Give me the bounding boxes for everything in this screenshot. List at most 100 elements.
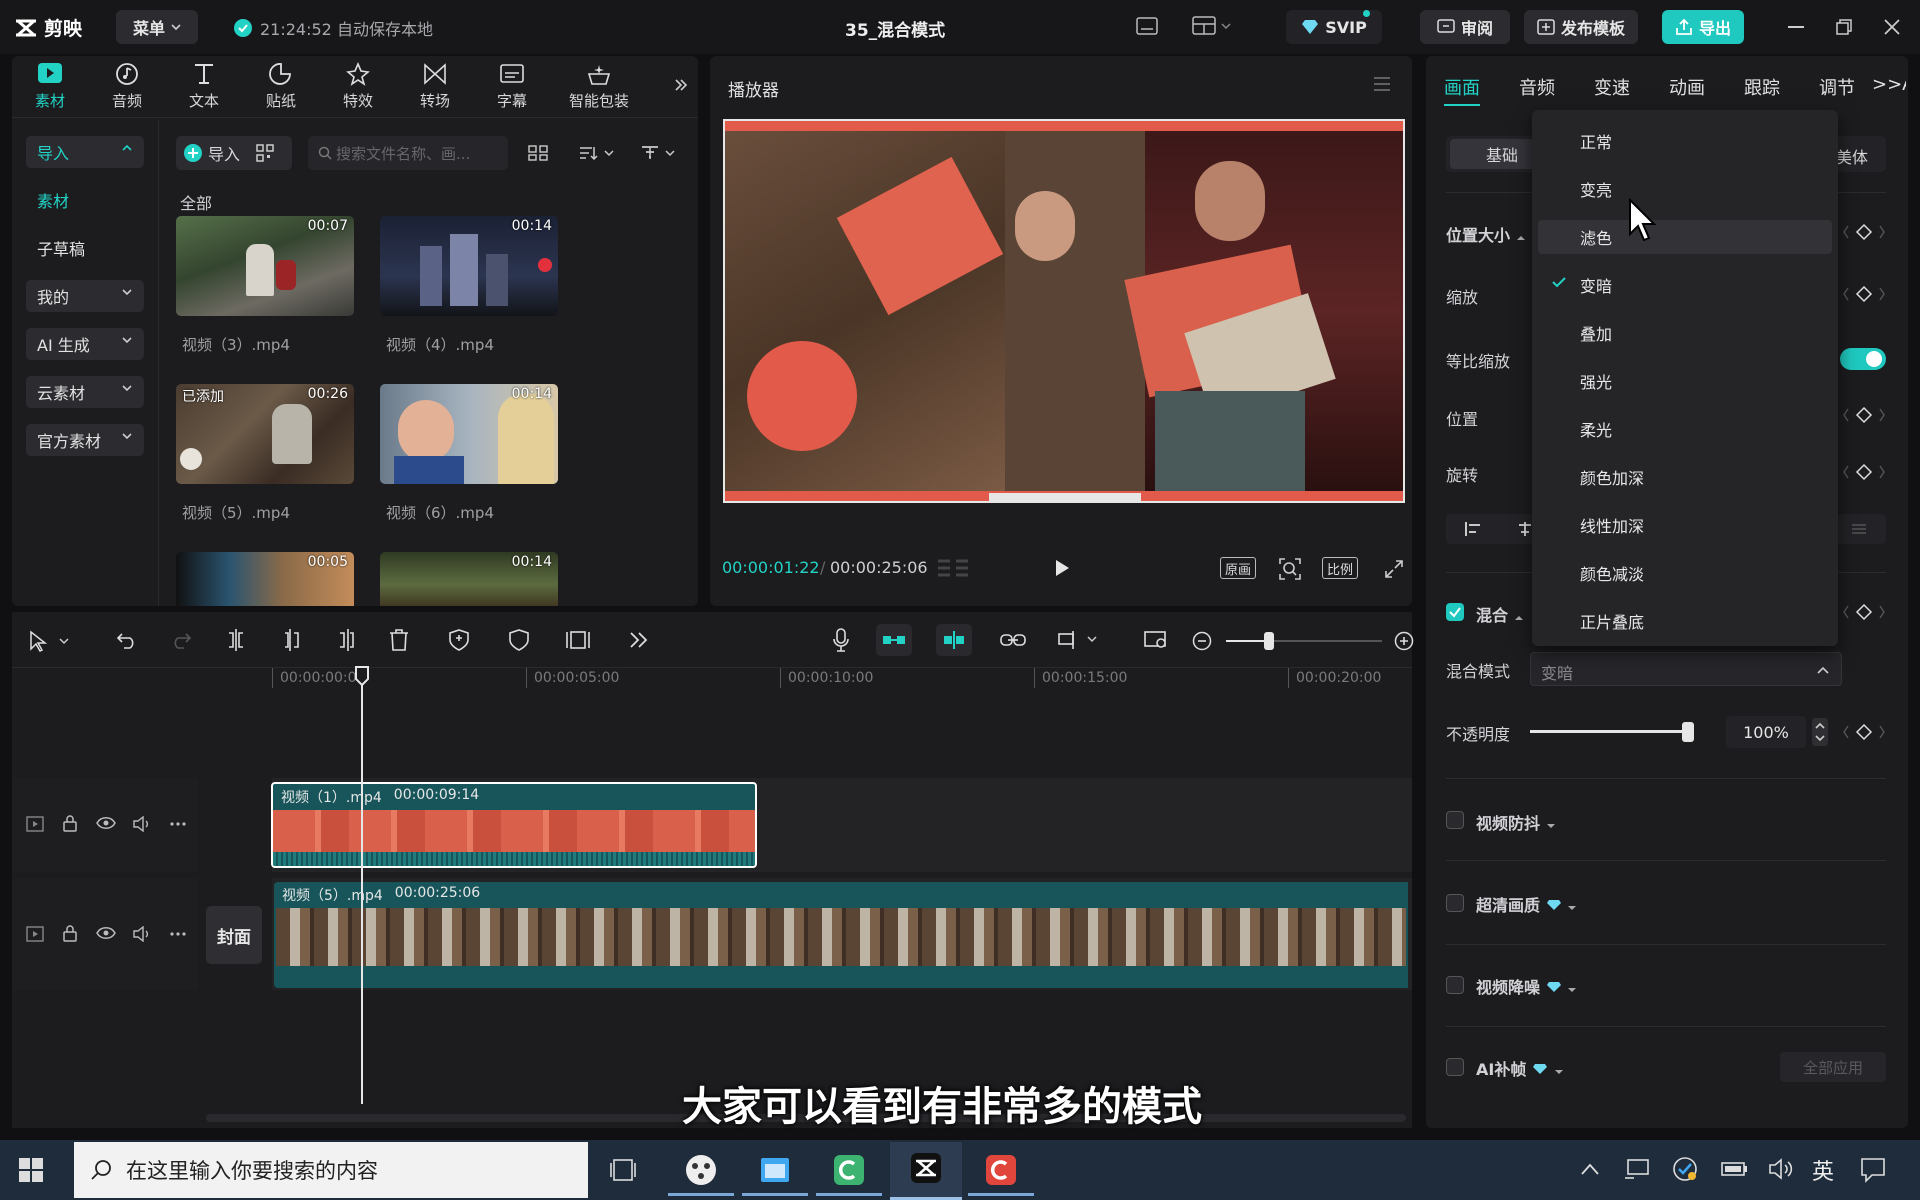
select-tool-icon[interactable] [28,630,72,652]
sidebar-item-import[interactable]: 导入 [26,136,144,168]
more-icon[interactable] [170,932,186,936]
blend-option-soft-light[interactable]: 柔光 [1580,417,1612,441]
tab-audio-props[interactable]: 音频 [1519,74,1555,100]
taskbar-search-box[interactable]: 在这里输入你要搜索的内容 [74,1142,588,1198]
media-thumb-6[interactable]: 00:14 [380,384,558,484]
link-icon[interactable] [1000,632,1026,648]
zoom-out-icon[interactable] [1192,631,1212,651]
filter-icon[interactable] [640,145,678,161]
restore-icon[interactable] [1836,19,1852,35]
microphone-icon[interactable] [832,628,850,652]
stepper-icon[interactable] [1812,718,1828,746]
timeline-clip-pip[interactable]: 视频（1）.mp4 00:00:09:14 [271,782,757,868]
tab-subtitle[interactable]: 字幕 [480,62,544,111]
timeline-ruler[interactable]: 00:00:00:00 00:00:05:00 00:00:10:00 00:0… [272,668,1412,692]
opacity-slider-track[interactable] [1530,722,1694,742]
align-justify-icon[interactable] [1850,521,1868,537]
blend-option-multiply[interactable]: 正片叠底 [1580,609,1644,633]
grid-view-icon[interactable] [528,145,548,161]
media-thumb-7[interactable]: 00:05 [176,552,354,606]
close-icon[interactable] [1884,19,1900,35]
tab-effects[interactable]: 特效 [326,62,390,111]
security-check-icon[interactable] [1672,1156,1698,1182]
double-chevron-right-icon[interactable] [674,78,688,92]
taskbar-app-capcut[interactable] [890,1142,962,1200]
uniform-scale-toggle[interactable] [1840,348,1886,370]
playhead-handle[interactable] [354,666,370,686]
keyframe-control-icon[interactable] [1842,285,1886,303]
blend-option-lighten[interactable]: 变亮 [1580,177,1612,201]
shortcut-keyboard-icon[interactable] [1136,17,1158,35]
auto-snap-toggle[interactable] [936,624,972,656]
crop-frame-icon[interactable] [566,630,590,650]
tab-media[interactable]: 素材 [18,62,82,111]
blend-mode-select[interactable]: 变暗 [1530,652,1842,686]
apply-all-button[interactable]: 全部应用 [1780,1052,1886,1082]
blend-option-screen[interactable]: 滤色 [1580,225,1612,249]
keyframe-control-icon[interactable] [1842,463,1886,481]
layout-icon[interactable] [1192,16,1232,36]
taskbar-app-explorer[interactable] [742,1146,808,1196]
sidebar-item-media[interactable]: 素材 [26,184,144,216]
keyframe-control-icon[interactable] [1842,406,1886,424]
eye-icon[interactable] [96,926,116,940]
blend-option-overlay[interactable]: 叠加 [1580,321,1612,345]
freeze-shield-icon[interactable] [448,628,470,652]
minimize-icon[interactable] [1788,26,1804,28]
redo-icon[interactable] [170,630,192,650]
ime-indicator[interactable]: 英 [1812,1154,1834,1186]
notification-center-icon[interactable] [1860,1157,1886,1183]
review-button[interactable]: 审阅 [1420,10,1510,44]
speaker-icon[interactable] [132,926,152,942]
taskbar-app-media[interactable] [668,1146,734,1196]
denoise-checkbox[interactable] [1446,976,1464,994]
svip-button[interactable]: SVIP [1286,10,1382,44]
sidebar-item-mine[interactable]: 我的 [26,280,144,312]
volume-icon[interactable] [1768,1158,1794,1180]
lock-icon[interactable] [62,924,78,942]
original-quality-button[interactable]: 原画 [1220,557,1256,579]
undo-icon[interactable] [116,630,138,650]
blend-checkbox[interactable] [1446,603,1464,621]
tab-sticker[interactable]: 贴纸 [249,62,313,111]
blend-option-color-burn[interactable]: 颜色加深 [1580,465,1644,489]
sidebar-item-cloud[interactable]: 云素材 [26,376,144,408]
blend-option-linear-burn[interactable]: 线性加深 [1580,513,1644,537]
aspect-ratio-button[interactable]: 比例 [1322,557,1358,579]
delete-icon[interactable] [388,628,410,652]
timeline-preview-icon[interactable] [1144,630,1170,650]
anti-shake-checkbox[interactable] [1446,811,1464,829]
task-view-icon[interactable] [610,1157,636,1183]
sub-tab-beauty[interactable]: 美体 [1836,144,1868,168]
marker-shield-icon[interactable] [508,628,530,652]
preview-axis-icon[interactable] [1058,630,1100,650]
zoom-in-icon[interactable] [1394,631,1414,651]
tab-adjust[interactable]: 调节 [1819,74,1855,100]
trim-left-icon[interactable] [282,628,302,652]
eye-icon[interactable] [96,816,116,830]
chevron-up-icon[interactable] [1580,1162,1600,1176]
sidebar-item-subdraft[interactable]: 子草稿 [26,232,144,264]
speaker-icon[interactable] [132,816,152,832]
taskbar-app-recorder[interactable] [968,1146,1034,1196]
tab-tracking[interactable]: 跟踪 [1744,74,1780,100]
opacity-input[interactable]: 100% [1726,716,1806,748]
blend-option-normal[interactable]: 正常 [1580,129,1612,153]
battery-icon[interactable] [1720,1160,1748,1178]
tab-speed[interactable]: 变速 [1594,74,1630,100]
media-search-box[interactable]: 搜索文件名称、画... [308,136,508,170]
sidebar-item-official[interactable]: 官方素材 [26,424,144,456]
player-preview[interactable] [723,119,1405,503]
media-thumb-8[interactable]: 00:14 [380,552,558,606]
menu-lines-icon[interactable] [1372,76,1392,92]
blend-option-hard-light[interactable]: 强光 [1580,369,1612,393]
tab-smart-pack[interactable]: 智能包装 [557,62,641,111]
keyframe-control-icon[interactable] [1842,223,1886,241]
blend-option-color-dodge[interactable]: 颜色减淡 [1580,561,1644,585]
media-thumb-5[interactable]: 已添加 00:26 [176,384,354,484]
more-icon[interactable] [170,822,186,826]
fullscreen-icon[interactable] [1384,559,1404,579]
blend-option-darken[interactable]: 变暗 [1580,273,1612,297]
tab-audio[interactable]: 音频 [95,62,159,111]
double-chevron-right-icon[interactable] [628,630,650,650]
